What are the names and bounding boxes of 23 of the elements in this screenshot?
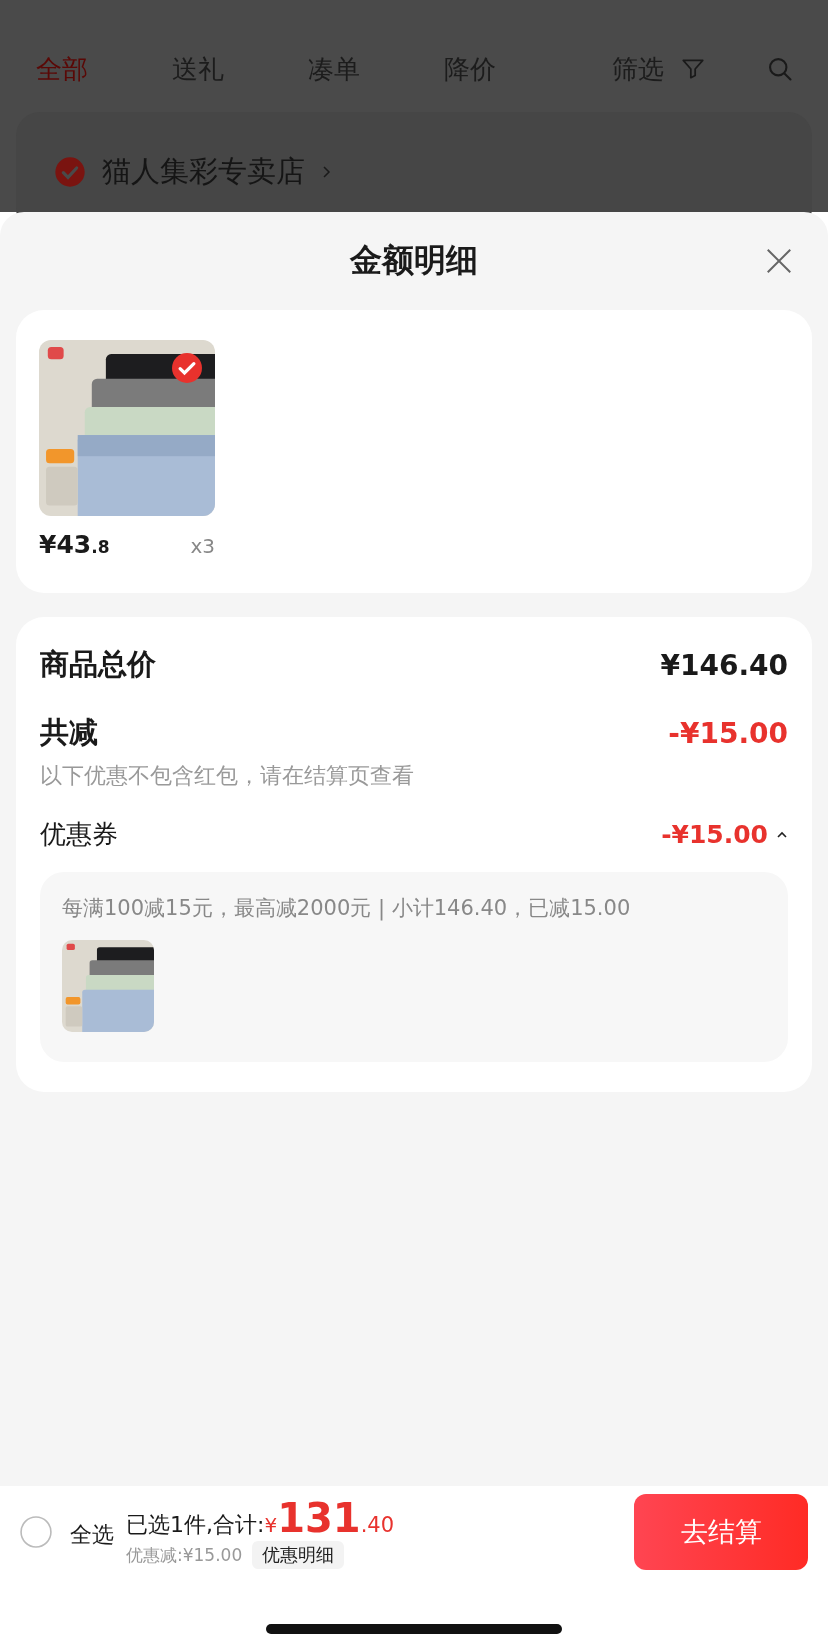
discount-value: -¥15.00: [668, 716, 788, 750]
discount-detail-button[interactable]: 优惠明细: [252, 1541, 345, 1569]
chevron-right-icon: [321, 164, 331, 180]
total-label: 商品总价: [40, 646, 156, 683]
select-all-checkbox[interactable]: [20, 1516, 52, 1548]
close-icon[interactable]: [764, 246, 794, 276]
item-quantity: x3: [190, 534, 215, 558]
selected-summary: 已选1件,合计:: [126, 1511, 265, 1539]
tab[interactable]: 全部: [36, 51, 88, 87]
discount-note: 以下优惠不包含红包，请在结算页查看: [40, 762, 415, 790]
sheet-title: 金额明细: [350, 240, 478, 281]
item-price: ¥43.8: [39, 530, 110, 559]
checkbox[interactable]: [54, 156, 86, 188]
coupon-rule: 每满100减15元，最高减2000元 | 小计146.40，已减15.00: [62, 895, 632, 922]
checkout-button[interactable]: 去结算: [634, 1494, 808, 1570]
discount-label: 共减: [40, 714, 98, 751]
coupon-toggle[interactable]: -¥15.00: [661, 820, 788, 849]
total-price: ¥131.40: [264, 1495, 395, 1541]
search-icon[interactable]: [766, 55, 794, 83]
total-value: ¥146.40: [660, 648, 788, 682]
select-all-label[interactable]: 全选: [70, 1520, 114, 1550]
discount-amount: 优惠减:¥15.00: [126, 1543, 243, 1567]
coupon-label: 优惠券: [40, 818, 118, 851]
